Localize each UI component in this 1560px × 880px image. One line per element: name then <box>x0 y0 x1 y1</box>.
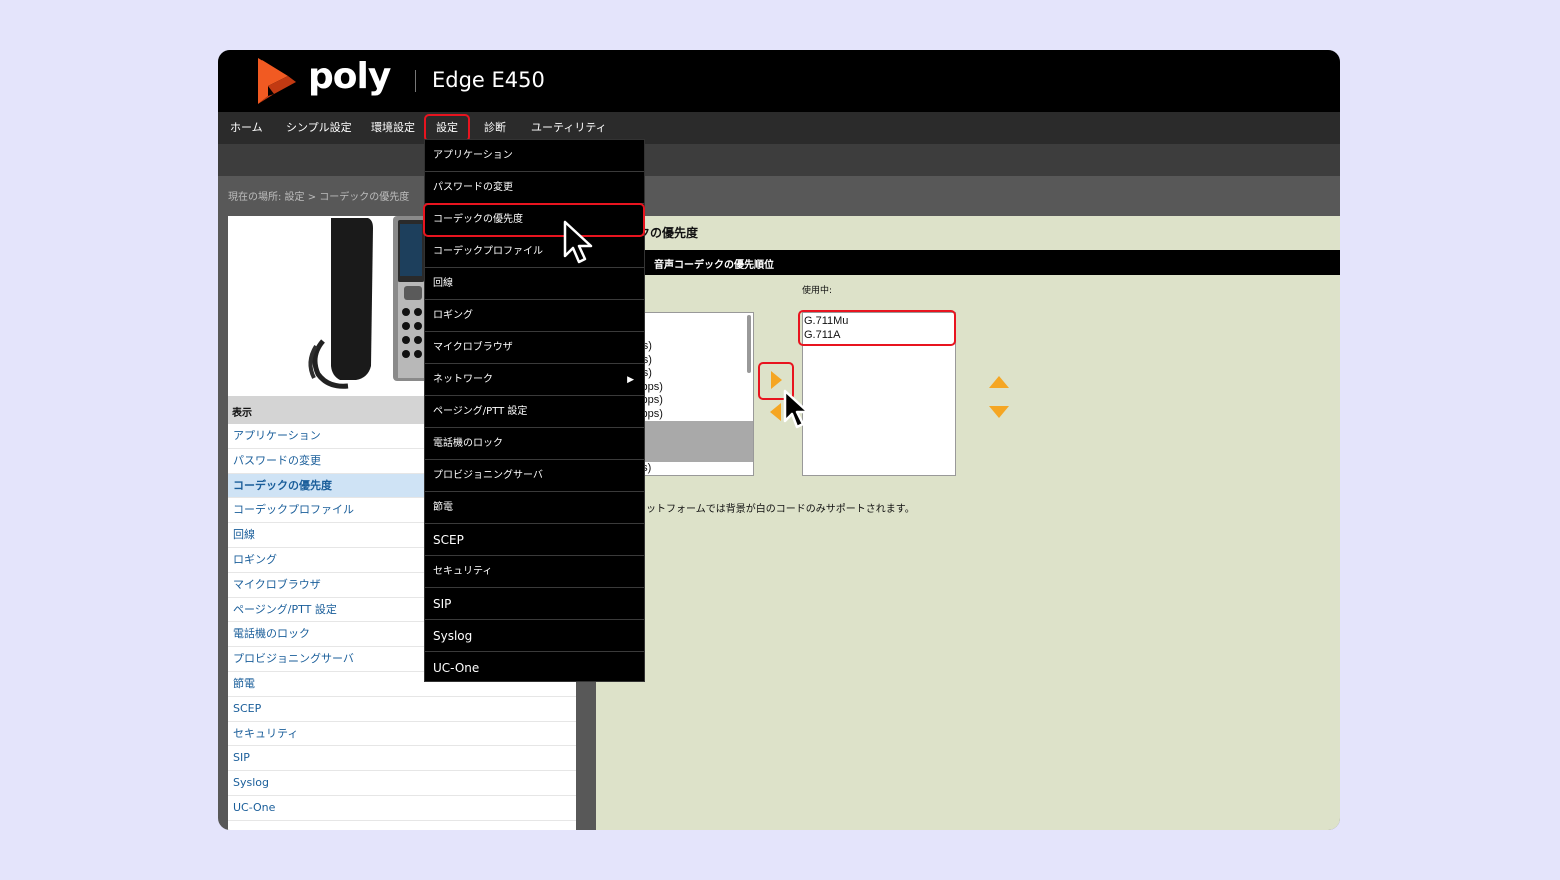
breadcrumb-bar: 現在の場所: 設定 > コーデックの優先度 <box>218 176 1340 216</box>
move-down-icon[interactable] <box>989 406 1009 418</box>
in-use-label: 使用中: <box>802 286 833 296</box>
main-nav: ホーム シンプル設定 環境設定 設定 診断 ユーティリティ <box>218 112 1340 144</box>
dropdown-item-power-saving[interactable]: 節電 <box>425 492 644 524</box>
sidebar-item-syslog[interactable]: Syslog <box>228 771 576 796</box>
in-use-highlight <box>798 310 956 346</box>
main-content: ックの優先度 音声コーデックの優先順位 使用中: 3 (16 kbps) (24… <box>556 216 1340 830</box>
sidebar-item-scep[interactable]: SCEP <box>228 697 576 722</box>
dropdown-item-network[interactable]: ネットワーク ▶ <box>425 364 644 396</box>
dropdown-item-scep[interactable]: SCEP <box>425 524 644 556</box>
section-header: 音声コーデックの優先順位 <box>596 250 1340 275</box>
dropdown-item-network-label: ネットワーク <box>433 374 493 385</box>
nav-preferences[interactable]: 環境設定 <box>371 112 415 144</box>
dropdown-item-uc-one[interactable]: UC-One <box>425 652 644 684</box>
dropdown-item-lines[interactable]: 回線 <box>425 268 644 300</box>
nav-simple-setup[interactable]: シンプル設定 <box>286 112 352 144</box>
dropdown-item-phone-lock[interactable]: 電話機のロック <box>425 428 644 460</box>
brand-wordmark: poly <box>308 56 391 97</box>
top-header: poly Edge E450 <box>218 50 1340 112</box>
header-divider <box>415 70 416 92</box>
dropdown-item-codec-profiles[interactable]: コーデックプロファイル <box>425 236 644 268</box>
dropdown-item-paging-ptt[interactable]: ページング/PTT 設定 <box>425 396 644 428</box>
move-left-icon[interactable] <box>770 403 781 421</box>
support-note: ットフォームでは背景が白のコードのみサポートされます。 <box>646 504 915 515</box>
dropdown-item-microbrowser[interactable]: マイクロブラウザ <box>425 332 644 364</box>
nav-home[interactable]: ホーム <box>230 112 263 144</box>
dropdown-item-sip[interactable]: SIP <box>425 588 644 620</box>
dropdown-item-applications[interactable]: アプリケーション <box>425 140 644 172</box>
dropdown-item-provisioning-server[interactable]: プロビジョニングサーバ <box>425 460 644 492</box>
section-title: 音声コーデックの優先順位 <box>654 260 774 271</box>
move-up-icon[interactable] <box>989 376 1009 388</box>
sidebar-item-sip[interactable]: SIP <box>228 746 576 772</box>
browser-window: poly Edge E450 ホーム シンプル設定 環境設定 設定 診断 ユーテ… <box>218 50 1340 830</box>
submenu-arrow-icon: ▶ <box>627 375 634 385</box>
mouse-pointer-icon <box>783 389 810 429</box>
sidebar-item-security[interactable]: セキュリティ <box>228 722 576 747</box>
breadcrumb: 現在の場所: 設定 > コーデックの優先度 <box>228 192 410 203</box>
product-name: Edge E450 <box>432 68 545 92</box>
mouse-pointer-icon <box>563 220 593 264</box>
codec-priority-highlight <box>423 203 645 237</box>
dropdown-item-change-password[interactable]: パスワードの変更 <box>425 172 644 204</box>
sub-nav-bar <box>218 144 1340 176</box>
dropdown-item-security[interactable]: セキュリティ <box>425 556 644 588</box>
list-scrollbar[interactable] <box>747 315 751 373</box>
dropdown-item-logging[interactable]: ロギング <box>425 300 644 332</box>
dropdown-item-syslog[interactable]: Syslog <box>425 620 644 652</box>
move-right-icon[interactable] <box>771 371 782 389</box>
nav-settings[interactable]: 設定 <box>424 114 470 142</box>
sidebar-item-uc-one[interactable]: UC-One <box>228 796 576 821</box>
sidebar-heading-label: 表示 <box>232 408 252 419</box>
